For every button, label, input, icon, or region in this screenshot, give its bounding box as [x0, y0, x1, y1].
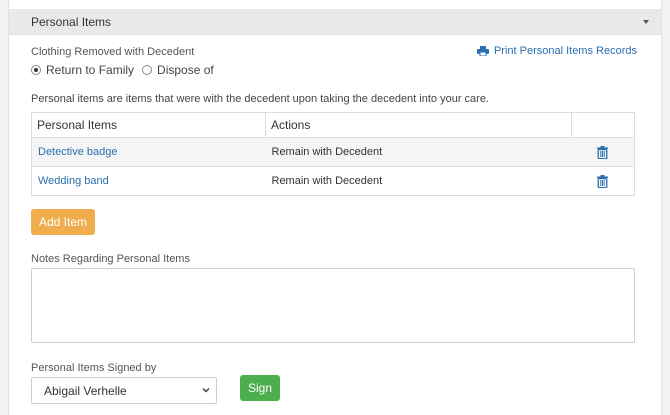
clothing-removed-label: Clothing Removed with Decedent [31, 46, 195, 58]
column-header-actions: Actions [265, 112, 572, 138]
trash-icon[interactable] [597, 174, 609, 188]
add-item-button[interactable]: Add Item [31, 209, 95, 235]
collapse-caret-icon[interactable] [643, 20, 649, 24]
item-action: Remain with Decedent [265, 166, 572, 196]
panel-header[interactable]: Personal Items [9, 9, 661, 35]
notes-label: Notes Regarding Personal Items [31, 253, 190, 265]
chevron-down-icon [202, 388, 210, 393]
return-to-family-radio[interactable] [31, 65, 41, 75]
printer-icon [476, 46, 489, 56]
table-row: Detective badge Remain with Decedent [31, 137, 635, 167]
notes-textarea[interactable] [31, 268, 635, 343]
signed-by-label: Personal Items Signed by [31, 362, 157, 374]
item-action: Remain with Decedent [265, 137, 572, 167]
column-header-personal-items: Personal Items [31, 112, 266, 138]
return-to-family-label[interactable]: Return to Family [46, 63, 134, 77]
column-header-delete [571, 112, 635, 138]
table-header-row: Personal Items Actions [31, 112, 635, 138]
personal-items-panel: Personal Items Clothing Removed with Dec… [8, 0, 662, 415]
clothing-radio-group: Return to Family Dispose of [31, 63, 222, 77]
sign-button[interactable]: Sign [240, 375, 280, 401]
signed-by-value: Abigail Verhelle [44, 383, 127, 398]
signed-by-select[interactable]: Abigail Verhelle [31, 377, 217, 404]
page-background: Personal Items Clothing Removed with Dec… [0, 0, 670, 415]
intro-text: Personal items are items that were with … [31, 93, 489, 105]
trash-icon[interactable] [597, 145, 609, 159]
item-link[interactable]: Detective badge [38, 146, 118, 158]
table-row: Wedding band Remain with Decedent [31, 166, 635, 196]
print-records-link[interactable]: Print Personal Items Records [476, 45, 637, 57]
dispose-of-radio[interactable] [142, 65, 153, 75]
personal-items-table: Personal Items Actions Detective badge R… [31, 112, 635, 196]
print-records-label: Print Personal Items Records [493, 45, 637, 57]
panel-title: Personal Items [31, 15, 112, 29]
item-link[interactable]: Wedding band [38, 175, 109, 187]
dispose-of-label[interactable]: Dispose of [157, 63, 214, 77]
